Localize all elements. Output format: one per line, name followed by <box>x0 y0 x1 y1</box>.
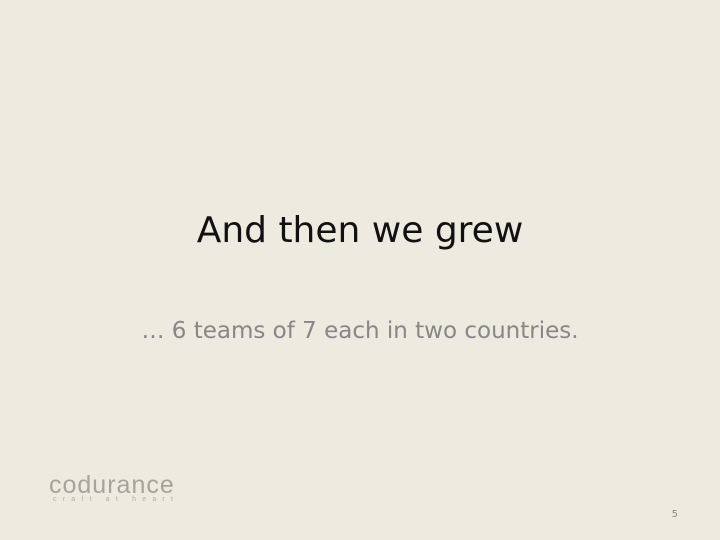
logo-tagline: craft at heart <box>53 496 180 503</box>
slide-subtitle: … 6 teams of 7 each in two countries. <box>141 318 579 344</box>
slide: And then we grew … 6 teams of 7 each in … <box>0 0 720 540</box>
page-number: 5 <box>671 509 678 520</box>
slide-title: And then we grew <box>196 210 524 251</box>
logo-wordmark: codurance <box>49 471 175 499</box>
codurance-logo: codurance craft at heart <box>49 471 209 505</box>
logo-wordmark-text: codurance <box>49 471 175 499</box>
